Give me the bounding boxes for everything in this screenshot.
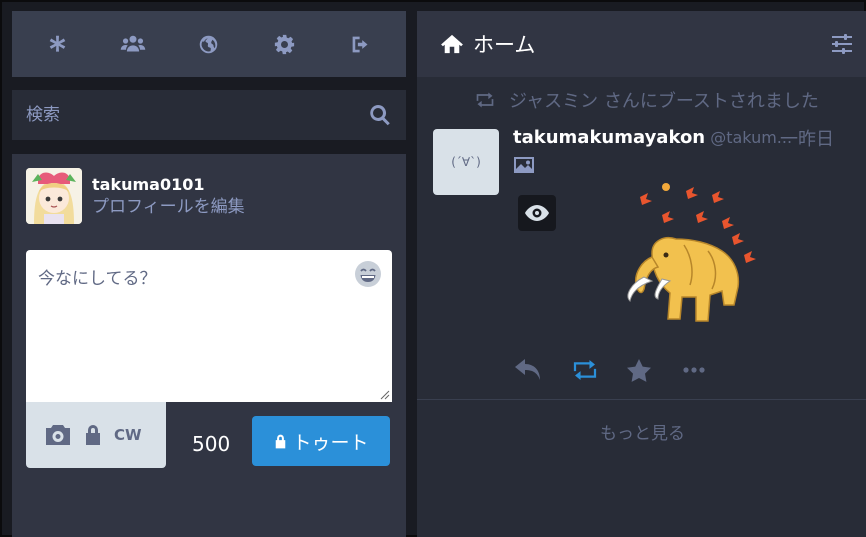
compose-textarea[interactable] <box>26 250 392 402</box>
avatar-image <box>26 168 82 224</box>
star-icon <box>627 358 651 382</box>
column-title: ホーム <box>473 33 536 57</box>
content-warning-button[interactable]: CW <box>114 426 142 444</box>
eye-icon <box>525 205 549 221</box>
status-action-bar <box>515 355 739 385</box>
search-icon[interactable] <box>368 103 392 127</box>
favourite-button[interactable] <box>627 355 683 385</box>
navigation-account: takuma0101 プロフィールを編集 <box>26 168 245 224</box>
sign-out-icon <box>352 36 368 52</box>
mammoth-image[interactable] <box>612 181 772 333</box>
status-avatar-text: (´∀`) <box>451 155 481 169</box>
compose-toolbar: CW <box>26 402 166 468</box>
lock-icon <box>86 425 100 445</box>
column-settings-button[interactable] <box>830 32 854 56</box>
more-options-button[interactable] <box>683 355 739 385</box>
getting-started-button[interactable] <box>38 24 78 64</box>
status-timestamp[interactable]: 一昨日 <box>780 125 834 151</box>
boost-prepend: ジャスミン さんにブーストされました <box>475 87 819 113</box>
camera-icon <box>46 425 70 445</box>
compose-panel: takuma0101 プロフィールを編集 CW 500 トゥート <box>12 154 406 537</box>
lock-icon <box>276 434 286 448</box>
search-bar <box>12 90 406 140</box>
avatar[interactable] <box>26 168 82 224</box>
sensitive-toggle-button[interactable] <box>518 195 556 231</box>
community-button[interactable] <box>113 24 153 64</box>
ellipsis-icon <box>683 367 705 373</box>
asterisk-icon <box>50 35 66 52</box>
users-icon <box>121 35 146 51</box>
compose-textarea-wrapper <box>26 250 392 402</box>
status-avatar[interactable]: (´∀`) <box>433 129 499 195</box>
sliders-icon <box>832 34 852 54</box>
retweet-icon <box>476 92 494 108</box>
boost-button[interactable] <box>571 355 627 385</box>
emoji-picker-icon[interactable] <box>354 260 382 288</box>
upload-media-button[interactable] <box>44 423 72 447</box>
media-attachment-indicator <box>513 155 535 175</box>
edit-profile-link[interactable]: プロフィールを編集 <box>92 196 245 218</box>
cw-label: CW <box>114 426 142 444</box>
retweet-icon <box>573 360 597 380</box>
home-column: ホーム ジャスミン さんにブーストされました (´∀`) takumakumay… <box>417 11 866 537</box>
home-icon <box>441 34 463 54</box>
settings-button[interactable] <box>265 24 305 64</box>
reply-button[interactable] <box>515 355 571 385</box>
reply-icon <box>515 359 540 380</box>
search-input[interactable] <box>26 105 368 125</box>
column-header[interactable]: ホーム <box>417 11 866 77</box>
toot-button[interactable]: トゥート <box>252 416 390 466</box>
federated-button[interactable] <box>189 24 229 64</box>
load-more-button[interactable]: もっと見る <box>417 419 866 444</box>
boost-text[interactable]: ジャスミン さんにブーストされました <box>509 87 819 113</box>
status-author[interactable]: takumakumayakon @takum... <box>513 127 792 148</box>
drawer-header <box>12 11 406 77</box>
resize-grip-icon[interactable] <box>380 390 390 400</box>
privacy-dropdown-button[interactable] <box>84 424 102 446</box>
character-counter: 500 <box>192 432 231 456</box>
display-name: takumakumayakon <box>513 127 706 148</box>
logout-button[interactable] <box>340 24 380 64</box>
globe-icon <box>200 35 218 53</box>
image-icon <box>514 157 534 173</box>
toot-button-label: トゥート <box>292 431 369 454</box>
account-username: takuma0101 <box>92 175 205 194</box>
gear-icon <box>274 34 295 54</box>
divider <box>417 399 866 400</box>
